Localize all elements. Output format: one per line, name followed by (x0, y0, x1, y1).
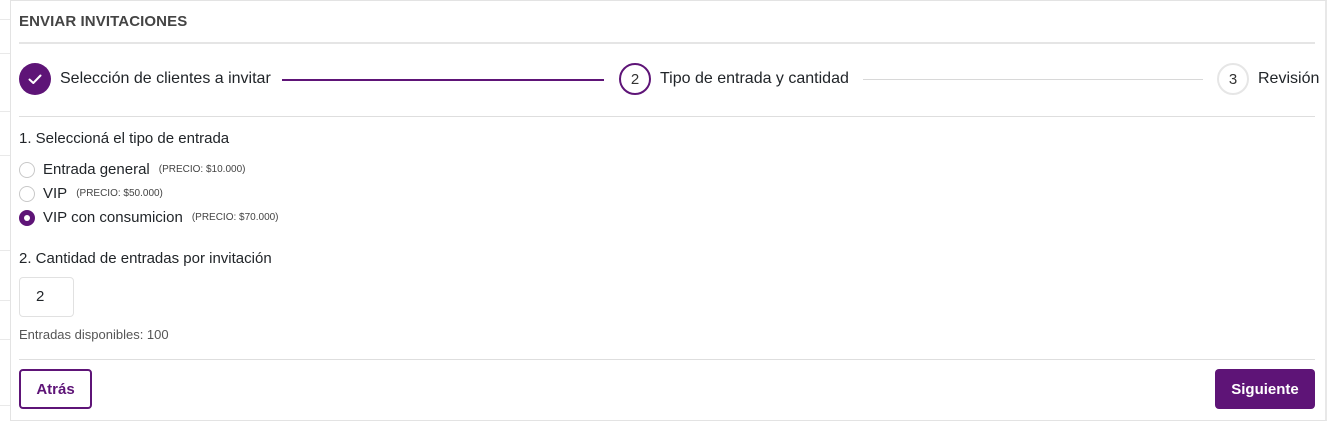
step-3[interactable]: 3 Revisión (1217, 63, 1319, 95)
ticket-option-label[interactable]: VIP (43, 185, 67, 202)
step-3-number: 3 (1217, 63, 1249, 95)
divider (19, 359, 1315, 360)
back-button[interactable]: Atrás (19, 369, 92, 409)
step-connector-pending (863, 79, 1203, 80)
check-icon (19, 63, 51, 95)
step-3-label: Revisión (1258, 70, 1320, 87)
ticket-option-label[interactable]: VIP con consumicion (43, 209, 183, 226)
next-button[interactable]: Siguiente (1215, 369, 1315, 409)
quantity-input[interactable]: 2 (19, 277, 74, 317)
modal-title: ENVIAR INVITACIONES (19, 13, 188, 30)
step-2[interactable]: 2 Tipo de entrada y cantidad (619, 63, 849, 95)
step-2-number: 2 (619, 63, 651, 95)
quantity-title: 2. Cantidad de entradas por invitación (19, 250, 272, 267)
ticket-option-vip-consumicion[interactable]: VIP con consumicion (PRECIO: $70.000) (19, 209, 279, 226)
ticket-type-title: 1. Seleccioná el tipo de entrada (19, 130, 230, 147)
ticket-option-vip[interactable]: VIP (PRECIO: $50.000) (19, 185, 163, 202)
step-1-label: Selección de clientes a invitar (60, 70, 271, 87)
step-2-label: Tipo de entrada y cantidad (660, 70, 849, 87)
divider (19, 42, 1315, 44)
divider (19, 116, 1315, 117)
ticket-option-general[interactable]: Entrada general (PRECIO: $10.000) (19, 161, 245, 178)
radio-button-selected[interactable] (19, 209, 35, 226)
step-connector-completed (282, 79, 604, 81)
available-tickets-text: Entradas disponibles: 100 (19, 327, 169, 342)
ticket-option-price: (PRECIO: $50.000) (76, 188, 163, 199)
step-1[interactable]: Selección de clientes a invitar (19, 63, 271, 95)
ticket-option-label[interactable]: Entrada general (43, 161, 150, 178)
radio-button[interactable] (19, 185, 35, 202)
ticket-option-price: (PRECIO: $70.000) (191, 212, 279, 223)
invite-modal: ENVIAR INVITACIONES Selección de cliente… (10, 0, 1327, 421)
radio-button[interactable] (19, 161, 35, 178)
ticket-option-price: (PRECIO: $10.000) (158, 164, 246, 175)
